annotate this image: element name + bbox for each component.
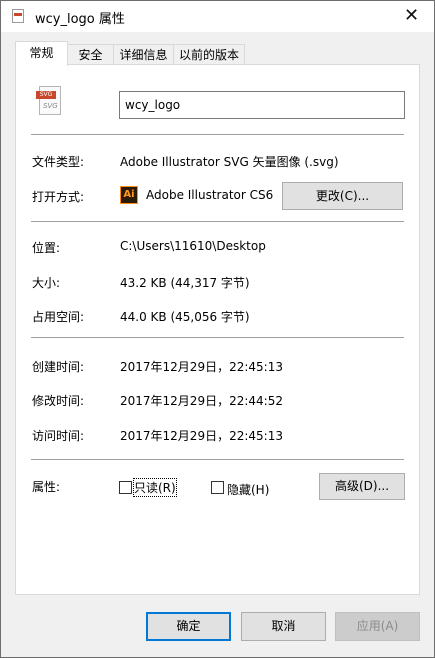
divider <box>31 337 404 338</box>
divider <box>31 459 404 460</box>
opens-with-app: Adobe Illustrator CS6 <box>146 188 274 202</box>
illustrator-icon: Ai <box>120 186 138 204</box>
divider <box>31 134 404 135</box>
tab-general[interactable]: 常规 <box>15 41 68 66</box>
file-name-input[interactable]: wcy_logo <box>119 91 405 119</box>
accessed-value: 2017年12月29日，22:45:13 <box>120 429 283 443</box>
modified-label: 修改时间: <box>32 394 85 408</box>
divider <box>31 221 404 222</box>
opens-with-label: 打开方式: <box>32 190 85 204</box>
size-value: 43.2 KB (44,317 字节) <box>120 276 250 290</box>
cancel-button[interactable]: 取消 <box>241 612 326 641</box>
location-value: C:\Users\11610\Desktop <box>120 239 266 253</box>
window-title: wcy_logo 属性 <box>35 12 125 27</box>
change-button[interactable]: 更改(C)... <box>282 182 403 210</box>
location-label: 位置: <box>32 241 61 255</box>
hidden-label[interactable]: 隐藏(H) <box>227 481 269 498</box>
svg-mark-text: SVG <box>43 102 58 110</box>
tab-details[interactable]: 详细信息 <box>113 44 174 65</box>
size-on-disk-label: 占用空间: <box>32 310 85 324</box>
tab-previous-versions[interactable]: 以前的版本 <box>173 44 245 65</box>
svg-badge: SVG <box>36 91 56 99</box>
close-icon: ✕ <box>403 5 420 26</box>
tab-security[interactable]: 安全 <box>67 44 114 65</box>
general-panel: SVG SVG wcy_logo 文件类型: Adobe Illustrator… <box>15 64 420 595</box>
title-bar[interactable]: wcy_logo 属性 ✕ <box>1 1 434 32</box>
close-button[interactable]: ✕ <box>389 1 434 32</box>
modified-value: 2017年12月29日，22:44:52 <box>120 394 283 408</box>
created-value: 2017年12月29日，22:45:13 <box>120 360 283 374</box>
file-type-value: Adobe Illustrator SVG 矢量图像 (.svg) <box>120 155 339 169</box>
file-type-icon: SVG SVG <box>36 86 66 117</box>
hidden-checkbox[interactable] <box>211 481 224 494</box>
ok-button[interactable]: 确定 <box>146 612 231 641</box>
advanced-button[interactable]: 高级(D)... <box>319 473 405 500</box>
properties-dialog: wcy_logo 属性 ✕ 常规 安全 详细信息 以前的版本 SVG SVG w… <box>0 0 435 658</box>
file-type-label: 文件类型: <box>32 155 85 169</box>
accessed-label: 访问时间: <box>32 429 85 443</box>
attributes-label: 属性: <box>32 480 61 494</box>
size-on-disk-value: 44.0 KB (45,056 字节) <box>120 310 250 324</box>
size-label: 大小: <box>32 276 61 290</box>
readonly-label[interactable]: 只读(R) <box>133 478 177 497</box>
created-label: 创建时间: <box>32 360 85 374</box>
apply-button[interactable]: 应用(A) <box>335 612 420 641</box>
readonly-checkbox[interactable] <box>119 481 132 494</box>
svg-file-icon <box>12 9 24 23</box>
